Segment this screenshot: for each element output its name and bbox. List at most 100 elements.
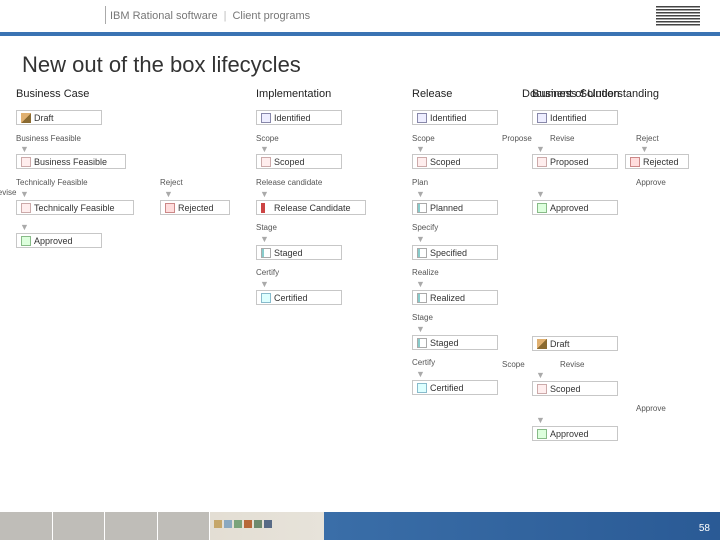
transition-plan: Plan	[412, 178, 428, 187]
arrow-down-icon: ▼	[416, 144, 425, 154]
x-icon	[630, 157, 640, 167]
state-label: Staged	[274, 248, 303, 258]
slide-footer: 58	[0, 512, 720, 540]
state-label: Release Candidate	[274, 203, 351, 213]
box-icon	[21, 203, 31, 213]
state-staged-impl: Staged	[256, 245, 342, 260]
cert-icon	[417, 383, 427, 393]
check-icon	[537, 203, 547, 213]
footer-color-squares	[214, 520, 272, 528]
transition-revise-bs: Revise	[550, 134, 574, 143]
box-icon	[261, 157, 271, 167]
transition-certify-rel: Certify	[412, 358, 435, 367]
arrow-down-icon: ▼	[20, 222, 29, 232]
arrow-down-icon: ▼	[416, 189, 425, 199]
arrow-down-icon: ▼	[20, 189, 29, 199]
transition-business-feasible: Business Feasible	[16, 134, 81, 143]
col-header-implementation: Implementation	[256, 88, 331, 100]
state-realized: Realized	[412, 290, 498, 305]
arrow-down-icon: ▼	[260, 144, 269, 154]
box-icon	[537, 384, 547, 394]
state-label: Planned	[430, 203, 463, 213]
state-label: Certified	[430, 383, 464, 393]
arrow-down-icon: ▼	[536, 370, 545, 380]
state-scoped-rel: Scoped	[412, 154, 498, 169]
x-icon	[165, 203, 175, 213]
identify-icon	[417, 113, 427, 123]
transition-revise-dou: Revise	[560, 360, 584, 369]
transition-stage: Stage	[256, 223, 277, 232]
header-separator: |	[224, 10, 227, 22]
arrow-down-icon: ▼	[260, 234, 269, 244]
box-icon	[537, 157, 547, 167]
page-icon	[417, 293, 427, 303]
state-label: Approved	[550, 429, 589, 439]
transition-reject: Reject	[160, 178, 183, 187]
state-rejected-bs: Rejected	[625, 154, 689, 169]
pencil-icon	[537, 339, 547, 349]
page-icon	[417, 248, 427, 258]
slide-header: IBM Rational software | Client programs	[0, 0, 720, 32]
state-identified-rel: Identified	[412, 110, 498, 125]
box-icon	[21, 157, 31, 167]
state-label: Draft	[550, 339, 570, 349]
box-icon	[417, 157, 427, 167]
check-icon	[537, 429, 547, 439]
state-approved: Approved	[16, 233, 102, 248]
check-icon	[21, 236, 31, 246]
state-label: Certified	[274, 293, 308, 303]
transition-scope-rel: Scope	[412, 134, 435, 143]
section-text: Client programs	[232, 10, 310, 22]
arrow-down-icon: ▼	[536, 144, 545, 154]
arrow-down-icon: ▼	[20, 144, 29, 154]
state-technically-feasible: Technically Feasible	[16, 200, 134, 215]
state-approved-bs: Approved	[532, 200, 618, 215]
arrow-down-icon: ▼	[536, 189, 545, 199]
identify-icon	[537, 113, 547, 123]
arrow-down-icon: ▼	[260, 279, 269, 289]
arrow-down-icon: ▼	[416, 324, 425, 334]
state-label: Scoped	[274, 157, 305, 167]
page-icon	[417, 203, 427, 213]
transition-approve-bs: Approve	[636, 178, 666, 187]
state-label: Scoped	[550, 384, 581, 394]
state-planned: Planned	[412, 200, 498, 215]
page-icon	[417, 338, 427, 348]
footer-photos	[0, 512, 210, 540]
col-header-business-case: Business Case	[16, 88, 89, 100]
state-scoped-impl: Scoped	[256, 154, 342, 169]
state-label: Identified	[550, 113, 587, 123]
transition-certify: Certify	[256, 268, 279, 277]
state-certified-rel: Certified	[412, 380, 498, 395]
transition-revise: Revise	[0, 188, 16, 197]
transition-propose: Propose	[502, 134, 532, 143]
page-icon	[261, 248, 271, 258]
header-divider	[105, 6, 106, 24]
arrow-down-icon: ▼	[416, 234, 425, 244]
transition-realize: Realize	[412, 268, 439, 277]
col-header-doc-understanding: Document of Understanding	[522, 88, 659, 100]
pencil-icon	[21, 113, 31, 123]
transition-approve-dou: Approve	[636, 404, 666, 413]
state-label: Realized	[430, 293, 465, 303]
state-label: Business Feasible	[34, 157, 107, 167]
transition-scope: Scope	[256, 134, 279, 143]
state-label: Approved	[34, 236, 73, 246]
transition-reject-bs: Reject	[636, 134, 659, 143]
state-certified: Certified	[256, 290, 342, 305]
state-proposed: Proposed	[532, 154, 618, 169]
arrow-down-icon: ▼	[416, 279, 425, 289]
col-header-release: Release	[412, 88, 452, 100]
transition-specify: Specify	[412, 223, 438, 232]
state-label: Technically Feasible	[34, 203, 115, 213]
state-label: Identified	[430, 113, 467, 123]
identify-icon	[261, 113, 271, 123]
state-release-candidate: Release Candidate	[256, 200, 366, 215]
state-specified: Specified	[412, 245, 498, 260]
state-approved-dou: Approved	[532, 426, 618, 441]
transition-technically-feasible: Technically Feasible	[16, 178, 88, 187]
state-label: Staged	[430, 338, 459, 348]
transition-release-candidate: Release candidate	[256, 178, 322, 187]
state-draft: Draft	[16, 110, 102, 125]
slide-body: Business Case Implementation Release Bus…	[0, 88, 720, 498]
